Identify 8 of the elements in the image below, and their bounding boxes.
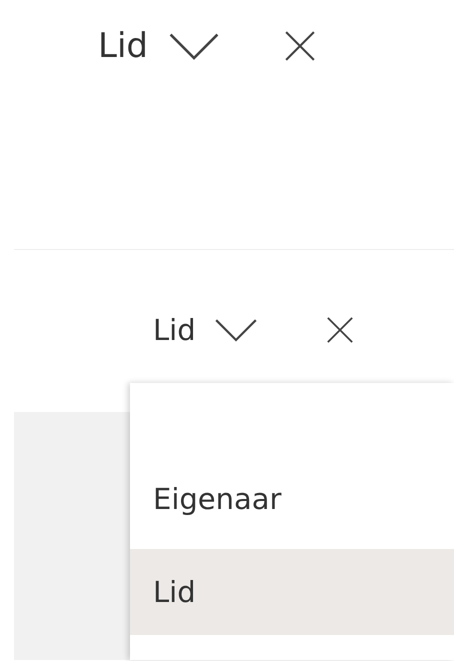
role-dropdown[interactable]: Lid — [153, 313, 258, 347]
close-icon — [284, 30, 316, 62]
close-icon — [326, 316, 354, 344]
dropdown-option[interactable]: Lid — [130, 549, 454, 635]
chevron-down-icon — [214, 318, 258, 342]
role-dropdown[interactable]: Lid — [98, 26, 220, 66]
chevron-down-icon — [168, 32, 220, 60]
dropdown-option[interactable]: Eigenaar — [130, 449, 454, 549]
